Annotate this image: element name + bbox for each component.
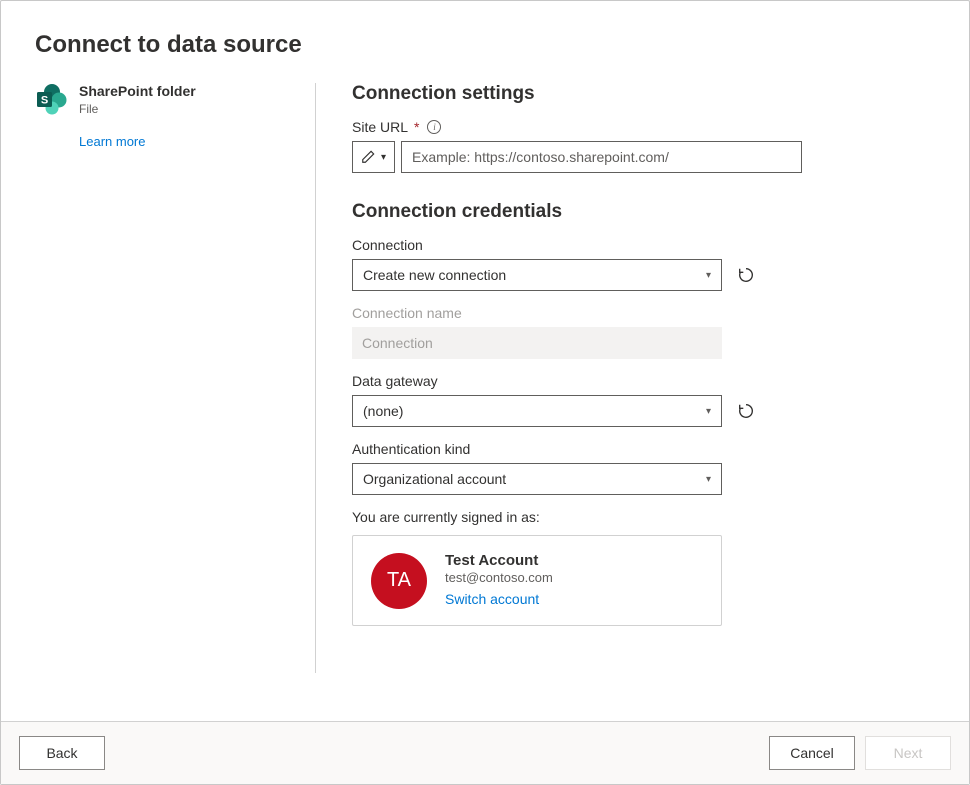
required-asterisk: * bbox=[414, 119, 419, 135]
connection-row: Create new connection ▾ bbox=[352, 259, 935, 291]
site-url-row: ▾ bbox=[352, 141, 802, 173]
back-button[interactable]: Back bbox=[19, 736, 105, 770]
site-url-input[interactable] bbox=[401, 141, 802, 173]
dialog-title: Connect to data source bbox=[35, 31, 935, 59]
source-name: SharePoint folder bbox=[79, 83, 196, 100]
switch-account-link[interactable]: Switch account bbox=[445, 591, 539, 607]
gateway-label: Data gateway bbox=[352, 373, 935, 389]
connection-label: Connection bbox=[352, 237, 935, 253]
account-name: Test Account bbox=[445, 552, 553, 569]
columns: S SharePoint folder File Learn more Conn… bbox=[35, 83, 935, 721]
gateway-select[interactable]: (none) ▾ bbox=[352, 395, 722, 427]
settings-heading: Connection settings bbox=[352, 83, 935, 105]
account-details: Test Account test@contoso.com Switch acc… bbox=[445, 552, 553, 609]
auth-row: Organizational account ▾ bbox=[352, 463, 935, 495]
sharepoint-icon: S bbox=[35, 83, 67, 115]
chevron-down-icon: ▾ bbox=[706, 406, 711, 417]
connect-datasource-dialog: Connect to data source S SharePoint fold… bbox=[0, 0, 970, 785]
source-summary: S SharePoint folder File bbox=[35, 83, 291, 116]
cancel-button[interactable]: Cancel bbox=[769, 736, 855, 770]
connection-name-value: Connection bbox=[362, 335, 433, 351]
connection-select[interactable]: Create new connection ▾ bbox=[352, 259, 722, 291]
info-icon[interactable]: i bbox=[427, 120, 441, 134]
auth-value: Organizational account bbox=[363, 471, 506, 487]
credentials-heading: Connection credentials bbox=[352, 201, 935, 223]
chevron-down-icon: ▾ bbox=[381, 152, 386, 163]
refresh-gateway-button[interactable] bbox=[736, 401, 756, 421]
auth-select[interactable]: Organizational account ▾ bbox=[352, 463, 722, 495]
source-subtype: File bbox=[79, 102, 196, 116]
pencil-icon bbox=[361, 150, 375, 164]
site-url-label: Site URL * i bbox=[352, 119, 935, 135]
signed-in-label: You are currently signed in as: bbox=[352, 509, 935, 525]
dialog-footer: Back Cancel Next bbox=[1, 721, 969, 784]
url-mode-dropdown[interactable]: ▾ bbox=[352, 141, 395, 173]
source-text: SharePoint folder File bbox=[79, 83, 196, 116]
right-column: Connection settings Site URL * i ▾ Con bbox=[316, 83, 935, 721]
connection-name-input: Connection bbox=[352, 327, 722, 359]
footer-right: Cancel Next bbox=[769, 736, 951, 770]
connection-value: Create new connection bbox=[363, 267, 506, 283]
left-column: S SharePoint folder File Learn more bbox=[35, 83, 315, 721]
gateway-value: (none) bbox=[363, 403, 403, 419]
connection-name-label: Connection name bbox=[352, 305, 935, 321]
account-card: TA Test Account test@contoso.com Switch … bbox=[352, 535, 722, 626]
account-email: test@contoso.com bbox=[445, 570, 553, 585]
next-button: Next bbox=[865, 736, 951, 770]
refresh-icon bbox=[737, 266, 755, 284]
learn-more-link[interactable]: Learn more bbox=[79, 134, 145, 149]
gateway-row: (none) ▾ bbox=[352, 395, 935, 427]
auth-label: Authentication kind bbox=[352, 441, 935, 457]
chevron-down-icon: ▾ bbox=[706, 270, 711, 281]
chevron-down-icon: ▾ bbox=[706, 474, 711, 485]
refresh-icon bbox=[737, 402, 755, 420]
avatar: TA bbox=[371, 553, 427, 609]
site-url-label-text: Site URL bbox=[352, 119, 408, 135]
refresh-connection-button[interactable] bbox=[736, 265, 756, 285]
svg-text:S: S bbox=[41, 95, 48, 107]
dialog-body: Connect to data source S SharePoint fold… bbox=[1, 1, 969, 721]
